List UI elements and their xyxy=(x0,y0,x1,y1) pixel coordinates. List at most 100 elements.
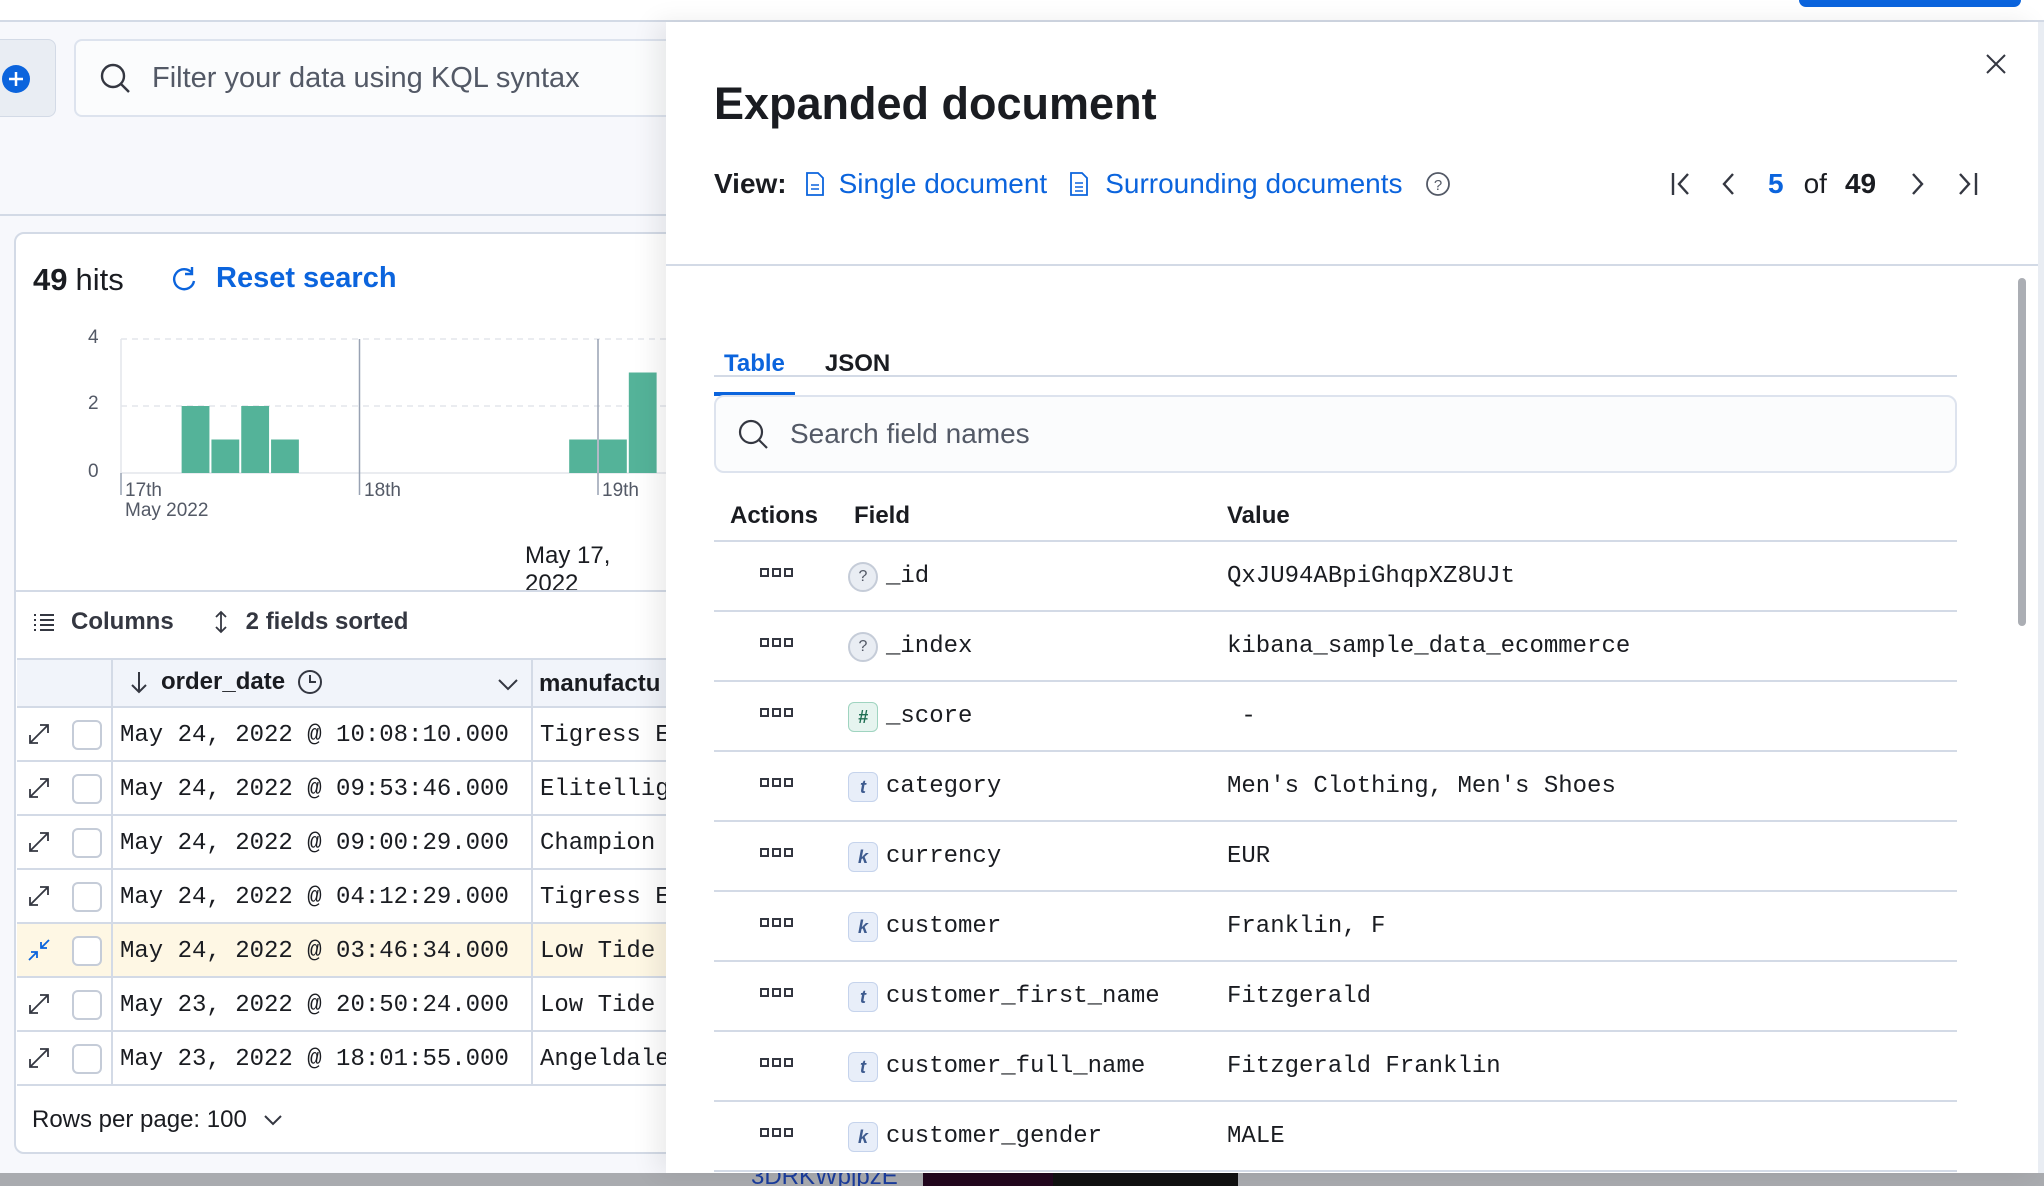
help-icon[interactable]: ? xyxy=(1425,171,1451,197)
grid-row[interactable]: May 23, 2022 @ 20:50:24.000 Low Tide xyxy=(17,978,717,1032)
field-actions-button[interactable] xyxy=(760,918,793,927)
expand-icon[interactable] xyxy=(27,722,51,746)
column-divider xyxy=(531,870,533,924)
sort-icon xyxy=(215,610,227,634)
field-actions-button[interactable] xyxy=(760,1058,793,1067)
field-row: t customer_first_name Fitzgerald xyxy=(714,962,1957,1032)
top-action-button[interactable] xyxy=(1799,0,2021,7)
chevron-down-icon[interactable] xyxy=(497,676,519,692)
columns-button[interactable]: Columns xyxy=(33,608,174,636)
first-page-icon[interactable] xyxy=(1670,170,1694,198)
row-checkbox[interactable] xyxy=(72,720,102,750)
flyout-scrollbar[interactable] xyxy=(2018,278,2026,626)
order-date-cell: May 24, 2022 @ 03:46:34.000 xyxy=(120,938,509,965)
field-name: customer_first_name xyxy=(886,983,1160,1010)
divider xyxy=(14,590,714,592)
expand-icon[interactable] xyxy=(27,992,51,1016)
row-checkbox[interactable] xyxy=(72,828,102,858)
single-document-link[interactable]: Single document xyxy=(805,168,1047,200)
order-date-cell: May 23, 2022 @ 18:01:55.000 xyxy=(120,1046,509,1073)
row-checkbox[interactable] xyxy=(72,990,102,1020)
field-actions-button[interactable] xyxy=(760,638,793,647)
surrounding-documents-link[interactable]: Surrounding documents xyxy=(1069,168,1403,200)
sorted-label: 2 fields sorted xyxy=(245,608,409,635)
field-type-icon: ? xyxy=(848,632,878,662)
expand-icon[interactable] xyxy=(27,776,51,800)
order-date-label: order_date xyxy=(161,668,286,695)
rows-per-page-select[interactable]: Rows per page: 100 xyxy=(32,1106,283,1134)
page-of-label: of xyxy=(1803,168,1827,199)
field-value: Franklin, F xyxy=(1227,913,1386,940)
next-page-icon[interactable] xyxy=(1910,170,1926,198)
grid-row[interactable]: May 24, 2022 @ 09:00:29.000 Champion xyxy=(17,816,717,870)
flyout-title: Expanded document xyxy=(714,78,1157,129)
list-icon xyxy=(34,614,54,631)
column-divider xyxy=(531,924,533,978)
order-date-header[interactable]: order_date xyxy=(129,668,323,696)
field-type-icon: k xyxy=(848,842,878,872)
total-pages: 49 xyxy=(1844,168,1877,199)
clock-icon xyxy=(298,670,323,694)
tab-json[interactable]: JSON xyxy=(815,350,900,396)
manufacturer-header[interactable]: manufactu xyxy=(539,670,660,698)
grid-row[interactable]: May 23, 2022 @ 18:01:55.000 Angeldale xyxy=(17,1032,717,1086)
histogram-bar xyxy=(181,406,210,473)
background-block xyxy=(1053,1173,1238,1186)
manufacturer-cell: Low Tide xyxy=(540,992,656,1019)
order-date-cell: May 24, 2022 @ 09:00:29.000 xyxy=(120,830,509,857)
histogram-chart[interactable]: 4 2 0 17th May 2022 18th 19th May 17, 20… xyxy=(0,0,666,600)
close-icon[interactable] xyxy=(1984,52,2008,76)
fields-table-header: Actions Field Value xyxy=(714,492,1957,542)
expand-icon[interactable] xyxy=(27,1046,51,1070)
histogram-svg xyxy=(120,338,666,495)
current-page: 5 xyxy=(1768,168,1784,199)
column-divider xyxy=(531,816,533,870)
search-icon xyxy=(738,419,768,449)
grid-row[interactable]: May 24, 2022 @ 09:53:46.000 Elitellig xyxy=(17,762,717,816)
manufacturer-cell: Tigress E xyxy=(540,884,670,911)
grid-row[interactable]: May 24, 2022 @ 04:12:29.000 Tigress E xyxy=(17,870,717,924)
column-divider xyxy=(531,1032,533,1086)
sort-button[interactable]: 2 fields sorted xyxy=(212,608,409,636)
columns-label: Columns xyxy=(71,608,174,635)
grid-row[interactable]: May 24, 2022 @ 10:08:10.000 Tigress E xyxy=(17,708,717,762)
tab-table[interactable]: Table xyxy=(714,350,795,396)
field-value: Fitzgerald xyxy=(1227,983,1372,1010)
field-type-icon: k xyxy=(848,912,878,942)
field-actions-button[interactable] xyxy=(760,778,793,787)
actions-header: Actions xyxy=(730,502,819,529)
field-actions-button[interactable] xyxy=(760,568,793,577)
field-search-input[interactable]: Search field names xyxy=(714,395,1957,473)
previous-page-icon[interactable] xyxy=(1720,170,1736,198)
document-pagination: 5 of 49 xyxy=(1666,168,1980,200)
svg-text:?: ? xyxy=(1433,177,1441,194)
field-actions-button[interactable] xyxy=(760,848,793,857)
last-page-icon[interactable] xyxy=(1956,170,1980,198)
field-name: customer xyxy=(886,913,1002,940)
grid-row[interactable]: May 24, 2022 @ 03:46:34.000 Low Tide xyxy=(17,924,717,978)
field-value: kibana_sample_data_ecommerce xyxy=(1227,633,1631,660)
row-checkbox[interactable] xyxy=(72,882,102,912)
x-tick: 19th xyxy=(602,480,639,501)
collapse-icon[interactable] xyxy=(27,938,51,962)
field-value: QxJU94ABpiGhqpXZ8UJt xyxy=(1227,563,1516,590)
field-header: Field xyxy=(854,502,911,529)
field-row: ? _index kibana_sample_data_ecommerce xyxy=(714,612,1957,682)
field-row: k customer_gender MALE xyxy=(714,1102,1957,1172)
field-row: k customer Franklin, F xyxy=(714,892,1957,962)
divider xyxy=(666,264,2038,266)
expand-icon[interactable] xyxy=(27,830,51,854)
field-actions-button[interactable] xyxy=(760,1128,793,1137)
background-window-strip: 3DRKWpjpzE xyxy=(0,1173,2044,1186)
x-tick: 18th xyxy=(364,480,401,501)
field-name: customer_full_name xyxy=(886,1053,1146,1080)
column-divider xyxy=(531,708,533,762)
grid-header: order_date manufactu xyxy=(17,658,717,708)
field-actions-button[interactable] xyxy=(760,988,793,997)
field-actions-button[interactable] xyxy=(760,708,793,717)
expand-icon[interactable] xyxy=(27,884,51,908)
row-checkbox[interactable] xyxy=(72,936,102,966)
row-checkbox[interactable] xyxy=(72,774,102,804)
view-label: View: xyxy=(714,168,787,199)
row-checkbox[interactable] xyxy=(72,1044,102,1074)
